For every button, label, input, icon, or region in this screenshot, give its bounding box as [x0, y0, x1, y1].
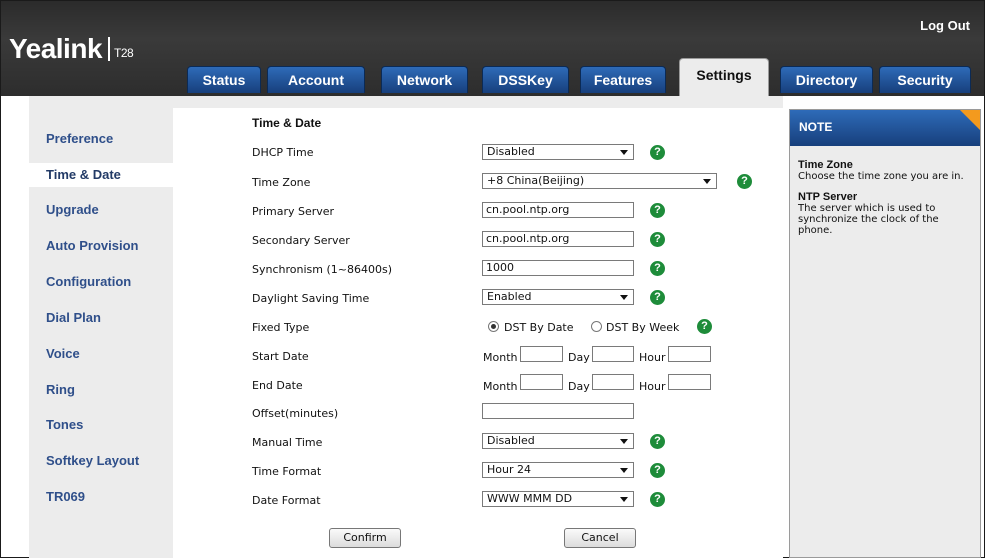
help-icon[interactable]: ? — [650, 290, 665, 305]
tab-network[interactable]: Network — [381, 66, 468, 93]
logout-link[interactable]: Log Out — [920, 18, 970, 33]
end-month-label: Month — [483, 380, 518, 393]
tab-directory[interactable]: Directory — [780, 66, 873, 93]
tab-security[interactable]: Security — [879, 66, 971, 93]
tab-account[interactable]: Account — [267, 66, 365, 93]
secondary-server-input[interactable]: cn.pool.ntp.org — [482, 231, 634, 247]
time-zone-label: Time Zone — [252, 176, 311, 189]
confirm-button[interactable]: Confirm — [329, 528, 401, 548]
sidebar-item-ring[interactable]: Ring — [29, 378, 173, 402]
dhcp-time-label: DHCP Time — [252, 146, 314, 159]
secondary-server-label: Secondary Server — [252, 234, 350, 247]
model-label: T28 — [114, 46, 134, 60]
help-icon[interactable]: ? — [650, 203, 665, 218]
help-icon[interactable]: ? — [697, 319, 712, 334]
end-hour-label: Hour — [639, 380, 666, 393]
help-icon[interactable]: ? — [650, 434, 665, 449]
chevron-down-icon — [620, 439, 628, 444]
dst-by-week-radio[interactable] — [591, 321, 602, 332]
date-format-value: WWW MMM DD — [487, 492, 573, 505]
sidebar-item-upgrade[interactable]: Upgrade — [29, 198, 173, 222]
time-zone-select[interactable]: +8 China(Beijing) — [482, 173, 717, 189]
chevron-down-icon — [620, 295, 628, 300]
offset-input[interactable] — [482, 403, 634, 419]
sidebar-item-configuration[interactable]: Configuration — [29, 270, 173, 294]
tab-features[interactable]: Features — [580, 66, 666, 93]
dst-by-week-label: DST By Week — [606, 321, 680, 334]
sidebar-item-tones[interactable]: Tones — [29, 413, 173, 437]
end-date-label: End Date — [252, 379, 303, 392]
end-day-input[interactable] — [592, 374, 634, 390]
help-icon[interactable]: ? — [650, 492, 665, 507]
section-title: Time & Date — [252, 116, 322, 130]
offset-label: Offset(minutes) — [252, 407, 339, 420]
dst-by-date-radio[interactable] — [488, 321, 499, 332]
daylight-saving-label: Daylight Saving Time — [252, 292, 370, 305]
sidebar-item-time-date[interactable]: Time & Date — [29, 163, 181, 187]
start-date-label: Start Date — [252, 350, 309, 363]
sidebar-item-auto-provision[interactable]: Auto Provision — [29, 234, 173, 258]
sidebar: Preference Time & Date Upgrade Auto Prov… — [29, 96, 181, 558]
dst-by-date-label: DST By Date — [504, 321, 574, 334]
help-icon[interactable]: ? — [650, 232, 665, 247]
dhcp-time-select[interactable]: Disabled — [482, 144, 634, 160]
note-header: NOTE — [790, 110, 980, 146]
daylight-saving-select[interactable]: Enabled — [482, 289, 634, 305]
start-hour-input[interactable] — [668, 346, 711, 362]
tab-status[interactable]: Status — [187, 66, 261, 93]
help-icon[interactable]: ? — [650, 463, 665, 478]
logo-text: Yealink — [9, 33, 103, 64]
end-month-input[interactable] — [520, 374, 563, 390]
help-icon[interactable]: ? — [737, 174, 752, 189]
note-ntp-heading: NTP Server — [798, 191, 858, 203]
sidebar-item-preference[interactable]: Preference — [29, 127, 173, 151]
sidebar-item-tr069[interactable]: TR069 — [29, 485, 173, 509]
note-panel: NOTE Time Zone Choose the time zone you … — [789, 109, 981, 558]
end-day-label: Day — [568, 380, 590, 393]
chevron-down-icon — [620, 468, 628, 473]
synchronism-label: Synchronism (1~86400s) — [252, 263, 392, 276]
note-time-zone-text: Choose the time zone you are in. — [798, 171, 964, 182]
note-time-zone-title: Time Zone — [798, 160, 973, 171]
logo-separator — [108, 37, 111, 61]
start-month-label: Month — [483, 351, 518, 364]
end-hour-input[interactable] — [668, 374, 711, 390]
note-time-zone-heading: Time Zone — [798, 159, 853, 171]
daylight-saving-value: Enabled — [487, 290, 532, 303]
note-ntp-title: NTP Server — [798, 192, 973, 203]
manual-time-value: Disabled — [487, 434, 535, 447]
tab-settings[interactable]: Settings — [679, 58, 769, 96]
time-format-select[interactable]: Hour 24 — [482, 462, 634, 478]
primary-server-label: Primary Server — [252, 205, 335, 218]
primary-server-input[interactable]: cn.pool.ntp.org — [482, 202, 634, 218]
content-top-strip — [173, 96, 783, 108]
chevron-down-icon — [620, 497, 628, 502]
synchronism-input[interactable]: 1000 — [482, 260, 634, 276]
sidebar-item-dial-plan[interactable]: Dial Plan — [29, 306, 173, 330]
dhcp-time-value: Disabled — [487, 145, 535, 158]
start-month-input[interactable] — [520, 346, 563, 362]
date-format-label: Date Format — [252, 494, 321, 507]
note-body: Time Zone Choose the time zone you are i… — [798, 160, 973, 237]
yealink-logo: Yealink T28 — [9, 33, 134, 65]
cancel-button[interactable]: Cancel — [564, 528, 636, 548]
start-day-label: Day — [568, 351, 590, 364]
chevron-down-icon — [620, 150, 628, 155]
chevron-down-icon — [703, 179, 711, 184]
manual-time-select[interactable]: Disabled — [482, 433, 634, 449]
time-format-value: Hour 24 — [487, 463, 531, 476]
time-format-label: Time Format — [252, 465, 322, 478]
start-day-input[interactable] — [592, 346, 634, 362]
fixed-type-label: Fixed Type — [252, 321, 310, 334]
help-icon[interactable]: ? — [650, 261, 665, 276]
manual-time-label: Manual Time — [252, 436, 323, 449]
help-icon[interactable]: ? — [650, 145, 665, 160]
tab-dsskey[interactable]: DSSKey — [482, 66, 569, 93]
note-ntp-text: The server which is used to synchronize … — [798, 203, 939, 236]
sidebar-item-voice[interactable]: Voice — [29, 342, 173, 366]
sidebar-item-softkey-layout[interactable]: Softkey Layout — [29, 449, 173, 473]
date-format-select[interactable]: WWW MMM DD — [482, 491, 634, 507]
start-hour-label: Hour — [639, 351, 666, 364]
time-zone-value: +8 China(Beijing) — [487, 174, 585, 187]
